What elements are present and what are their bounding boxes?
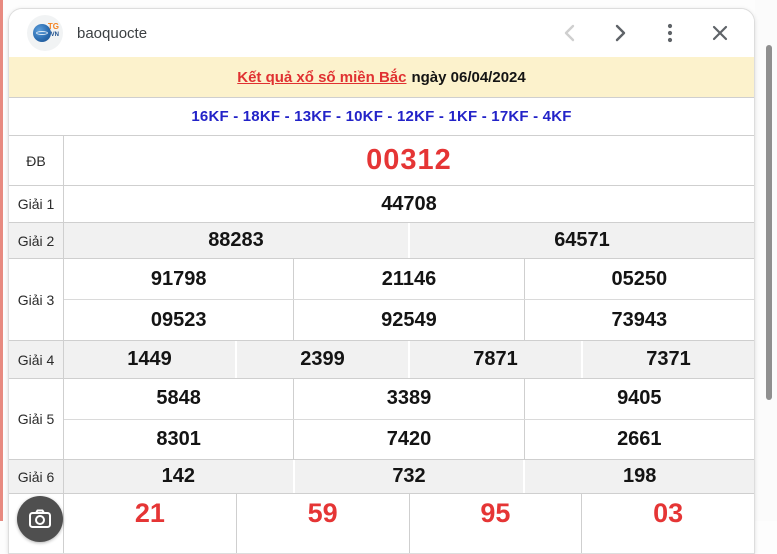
prize-label: Giải 1 xyxy=(9,186,64,222)
close-icon[interactable] xyxy=(710,23,730,43)
prize-label: Giải 5 xyxy=(9,379,64,459)
prize-number: 198 xyxy=(523,460,754,493)
prize-values: 1449239978717371 xyxy=(64,341,754,378)
result-banner: Kết quả xổ số miền Bắc ngày 06/04/2024 xyxy=(9,57,754,97)
results-table: ĐB00312Giải 144708Giải 28828364571Giải 3… xyxy=(9,135,754,553)
prize-number: 2661 xyxy=(524,420,754,460)
prize-number: 91798 xyxy=(64,259,293,299)
prize-number: 92549 xyxy=(293,300,523,340)
scrollbar-thumb[interactable] xyxy=(766,45,772,400)
prize-number: 9405 xyxy=(524,379,754,419)
prize-number: 1449 xyxy=(64,341,235,378)
prize-number: 5848 xyxy=(64,379,293,419)
prize-number: 59 xyxy=(236,494,409,553)
prize-values: 8828364571 xyxy=(64,223,754,258)
prize-subrow: 917982114605250 xyxy=(64,259,754,299)
window-controls xyxy=(560,23,736,43)
prize-number: 21146 xyxy=(293,259,523,299)
prize-number: 64571 xyxy=(408,223,754,258)
prize-label: ĐB xyxy=(9,136,64,185)
prize-number: 8301 xyxy=(64,420,293,460)
result-link[interactable]: Kết quả xổ số miền Bắc xyxy=(237,69,406,86)
prize-number: 00312 xyxy=(64,136,754,185)
prize-number: 2399 xyxy=(235,341,408,378)
back-icon[interactable] xyxy=(560,23,580,43)
prize-label: Giải 2 xyxy=(9,223,64,258)
prize-label: Giải 6 xyxy=(9,460,64,493)
prize-label: Giải 4 xyxy=(9,341,64,378)
prize-number: 732 xyxy=(293,460,524,493)
prize-row-g3: Giải 3917982114605250095239254973943 xyxy=(9,258,754,340)
prize-number: 7420 xyxy=(293,420,523,460)
prize-number: 142 xyxy=(64,460,293,493)
prize-number: 7871 xyxy=(408,341,581,378)
prize-number: 88283 xyxy=(64,223,408,258)
prize-values: 142732198 xyxy=(64,460,754,493)
forward-icon[interactable] xyxy=(610,23,630,43)
prize-number: 03 xyxy=(581,494,754,553)
prize-values: 44708 xyxy=(64,186,754,222)
prize-number: 73943 xyxy=(524,300,754,340)
prize-values: 21599503 xyxy=(64,494,754,553)
prize-subrow: 830174202661 xyxy=(64,419,754,460)
prize-number: 05250 xyxy=(524,259,754,299)
prize-values: 584833899405830174202661 xyxy=(64,379,754,459)
site-avatar: TG VN xyxy=(27,15,63,51)
prize-row-g6: Giải 6142732198 xyxy=(9,459,754,493)
prize-number: 7371 xyxy=(581,341,754,378)
title-bar: TG VN baoquocte xyxy=(9,9,754,57)
more-options-icon[interactable] xyxy=(660,23,680,43)
prize-number: 21 xyxy=(64,494,236,553)
widget-card: TG VN baoquocte Kết quả xổ số miền Bắc n… xyxy=(8,8,755,554)
logo-tg-text: TG xyxy=(48,23,59,31)
prize-row-g7: 21599503 xyxy=(9,493,754,553)
prize-number: 3389 xyxy=(293,379,523,419)
prize-row-g5: Giải 5584833899405830174202661 xyxy=(9,378,754,459)
prize-number: 95 xyxy=(409,494,582,553)
prize-row-g1: Giải 144708 xyxy=(9,185,754,222)
prize-number: 09523 xyxy=(64,300,293,340)
widget-title: baoquocte xyxy=(77,25,147,42)
prize-row-g2: Giải 28828364571 xyxy=(9,222,754,258)
camera-icon[interactable] xyxy=(17,496,63,542)
left-edge-stripe xyxy=(0,0,3,521)
prize-subrow: 584833899405 xyxy=(64,379,754,419)
station-codes: 16KF - 18KF - 13KF - 10KF - 12KF - 1KF -… xyxy=(9,97,754,135)
prize-values: 917982114605250095239254973943 xyxy=(64,259,754,340)
prize-subrow: 095239254973943 xyxy=(64,299,754,340)
prize-number: 44708 xyxy=(64,186,754,222)
prize-row-db: ĐB00312 xyxy=(9,135,754,185)
logo-vn-text: VN xyxy=(51,32,59,38)
prize-label: Giải 3 xyxy=(9,259,64,340)
prize-row-g4: Giải 41449239978717371 xyxy=(9,340,754,378)
result-date: ngày 06/04/2024 xyxy=(411,69,525,86)
prize-values: 00312 xyxy=(64,136,754,185)
